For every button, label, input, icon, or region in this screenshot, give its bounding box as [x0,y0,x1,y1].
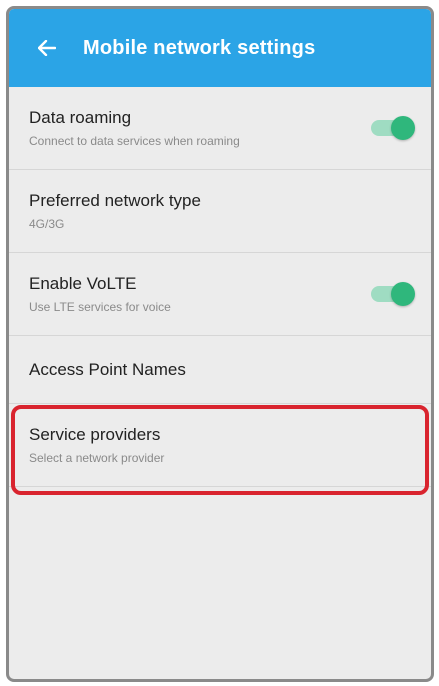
setting-label: Preferred network type [29,191,201,210]
setting-service-providers[interactable]: Service providers Select a network provi… [9,404,431,487]
setting-preferred-network-type[interactable]: Preferred network type 4G/3G [9,170,431,253]
setting-summary: Use LTE services for voice [29,300,171,314]
setting-data-roaming[interactable]: Data roaming Connect to data services wh… [9,87,431,170]
app-bar: Mobile network settings [9,9,431,87]
phone-screen: Mobile network settings Data roaming Con… [6,6,434,682]
setting-label: Service providers [29,425,161,444]
setting-summary: Connect to data services when roaming [29,134,240,148]
settings-list: Data roaming Connect to data services wh… [9,87,431,495]
volte-toggle[interactable] [371,282,415,306]
setting-access-point-names[interactable]: Access Point Names [9,336,431,404]
setting-label: Data roaming [29,108,132,127]
setting-label: Access Point Names [29,359,186,379]
setting-summary: Select a network provider [29,451,165,465]
page-title: Mobile network settings [83,36,316,59]
toggle-knob [391,116,415,140]
arrow-back-icon[interactable] [35,36,59,60]
data-roaming-toggle[interactable] [371,116,415,140]
toggle-knob [391,282,415,306]
setting-summary: 4G/3G [29,217,65,231]
setting-enable-volte[interactable]: Enable VoLTE Use LTE services for voice [9,253,431,336]
setting-label: Enable VoLTE [29,274,137,293]
